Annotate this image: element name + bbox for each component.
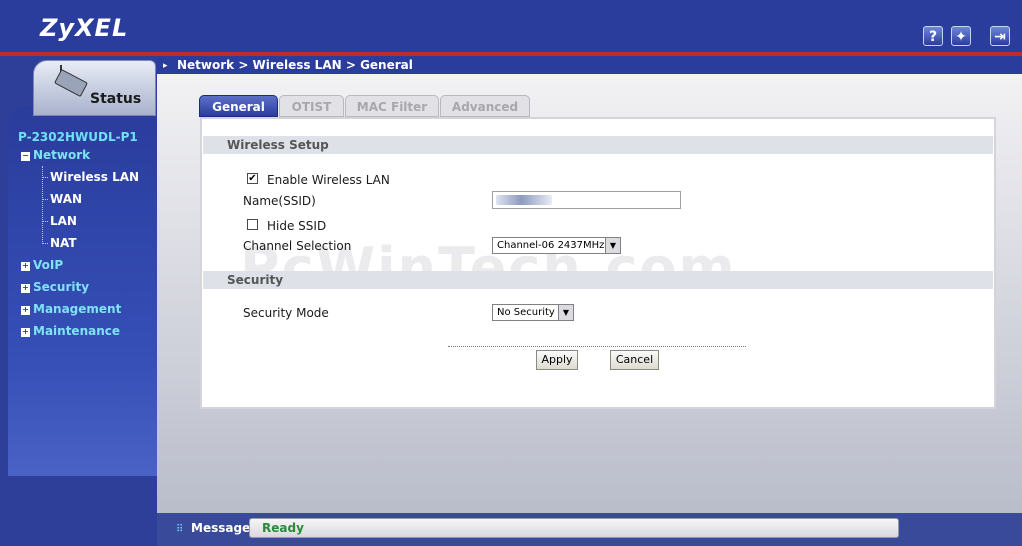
sidebar-item-nat[interactable]: NAT bbox=[50, 236, 77, 250]
hide-ssid-checkbox[interactable] bbox=[247, 219, 258, 230]
channel-select[interactable]: Channel-06 2437MHz ▼ bbox=[492, 237, 621, 254]
status-tab[interactable]: Status bbox=[33, 60, 156, 116]
tab-general[interactable]: General bbox=[199, 95, 278, 117]
security-mode-value: No Security bbox=[497, 307, 555, 318]
cancel-button[interactable]: Cancel bbox=[610, 350, 659, 370]
tab-otist[interactable]: OTIST bbox=[279, 95, 344, 117]
tab-advanced[interactable]: Advanced bbox=[440, 95, 530, 117]
enable-wlan-label: Enable Wireless LAN bbox=[267, 173, 390, 187]
tree-branch bbox=[42, 221, 48, 223]
apply-button[interactable]: Apply bbox=[536, 350, 578, 370]
channel-selection-label: Channel Selection bbox=[243, 239, 352, 253]
chevron-down-icon[interactable]: ▼ bbox=[558, 305, 573, 320]
help-icon[interactable]: ? bbox=[923, 26, 943, 46]
zyxel-logo: ZyXEL bbox=[40, 14, 129, 42]
sidebar-item-voip[interactable]: + VoIP bbox=[21, 258, 63, 272]
sidebar-item-lan[interactable]: LAN bbox=[50, 214, 77, 228]
breadcrumb: Network > Wireless LAN > General bbox=[177, 58, 413, 72]
expand-icon[interactable]: + bbox=[21, 284, 30, 293]
top-header bbox=[0, 0, 1022, 52]
channel-select-value: Channel-06 2437MHz bbox=[497, 240, 605, 251]
ssid-obscured bbox=[496, 195, 552, 205]
hide-ssid-label: Hide SSID bbox=[267, 219, 327, 233]
wireless-setup-header: Wireless Setup bbox=[203, 136, 993, 154]
sidebar-item-wireless-lan[interactable]: Wireless LAN bbox=[50, 170, 139, 184]
sidebar-item-network[interactable]: − Network bbox=[21, 148, 90, 162]
tree-branch bbox=[42, 177, 48, 179]
sidebar-item-security[interactable]: + Security bbox=[21, 280, 89, 294]
breadcrumb-arrow-icon: ▸ bbox=[163, 61, 168, 71]
expand-icon[interactable]: + bbox=[21, 306, 30, 315]
tree-branch bbox=[42, 199, 48, 201]
expand-icon[interactable]: + bbox=[21, 262, 30, 271]
wizard-icon[interactable]: ✦ bbox=[951, 26, 971, 46]
expand-icon[interactable]: + bbox=[21, 328, 30, 337]
collapse-icon[interactable]: − bbox=[21, 152, 30, 161]
chevron-down-icon[interactable]: ▼ bbox=[605, 238, 620, 253]
router-icon bbox=[54, 68, 88, 98]
tab-mac-filter[interactable]: MAC Filter bbox=[345, 95, 439, 117]
sidebar-item-wan[interactable]: WAN bbox=[50, 192, 82, 206]
enable-wlan-checkbox[interactable]: ✔ bbox=[247, 173, 258, 184]
logout-icon[interactable]: ⇥ bbox=[990, 26, 1010, 46]
ssid-input[interactable] bbox=[492, 191, 681, 209]
device-name: P-2302HWUDL-P1 bbox=[18, 130, 138, 144]
tree-branch bbox=[42, 243, 48, 245]
security-mode-select[interactable]: No Security ▼ bbox=[492, 304, 574, 321]
divider-dotted bbox=[448, 346, 746, 347]
ssid-label: Name(SSID) bbox=[243, 194, 316, 208]
message-status: Ready bbox=[249, 518, 899, 538]
message-label: Message bbox=[191, 521, 251, 535]
sidebar-item-management[interactable]: + Management bbox=[21, 302, 121, 316]
status-tab-label: Status bbox=[90, 91, 142, 107]
security-mode-label: Security Mode bbox=[243, 306, 329, 320]
message-icon: ⠿ bbox=[176, 524, 184, 535]
security-header: Security bbox=[203, 271, 993, 289]
sidebar-item-maintenance[interactable]: + Maintenance bbox=[21, 324, 120, 338]
